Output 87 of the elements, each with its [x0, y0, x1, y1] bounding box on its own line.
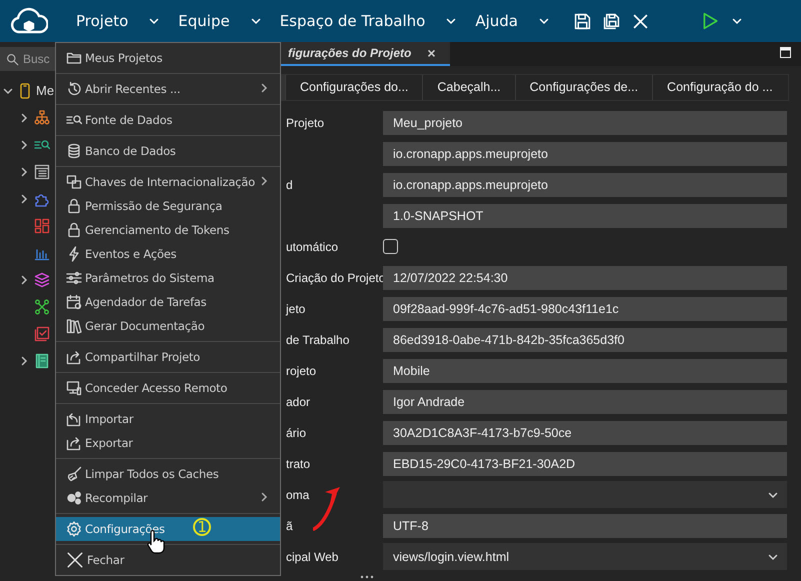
- share-icon: [66, 435, 82, 451]
- field-label: rojeto: [286, 364, 316, 378]
- menu-item[interactable]: Ajuda: [475, 12, 550, 30]
- menu-item[interactable]: Parâmetros do Sistema: [56, 266, 280, 290]
- layers-icon: [34, 272, 50, 288]
- text-field[interactable]: EBD15-29C0-4173-BF21-30A2D: [383, 452, 787, 476]
- search-field[interactable]: Busc: [23, 52, 50, 66]
- menu-item[interactable]: Chaves de Internacionalização: [56, 170, 280, 194]
- lock-icon: [66, 198, 82, 214]
- text-field[interactable]: Mobile: [383, 358, 787, 382]
- menu-item[interactable]: Fonte de Dados: [56, 108, 280, 132]
- book-icon: [34, 352, 50, 368]
- field-label: ador: [286, 394, 310, 408]
- field-label: Projeto: [286, 116, 324, 130]
- search-icon: [6, 52, 19, 66]
- field-label: cipal Web: [286, 550, 338, 564]
- menu-item[interactable]: Fechar: [56, 548, 280, 572]
- menu-item[interactable]: Conceder Acesso Remoto: [56, 376, 280, 400]
- menu-item[interactable]: Compartilhar Projeto: [56, 345, 280, 369]
- import-icon: [66, 411, 82, 427]
- step-badge: 1: [193, 518, 211, 536]
- broom-icon: [66, 466, 82, 482]
- cloud-logo-icon[interactable]: [10, 7, 48, 35]
- graph-icon: [34, 298, 50, 314]
- checkbox[interactable]: [383, 239, 398, 254]
- settings-tab[interactable]: Configuração do ...: [652, 74, 787, 100]
- text-field[interactable]: io.cronapp.apps.meuprojeto: [383, 142, 787, 166]
- menu-item[interactable]: Limpar Todos os Caches: [56, 462, 280, 486]
- history-icon: [66, 81, 82, 97]
- menu-item[interactable]: Agendador de Tarefas: [56, 290, 280, 314]
- menu-item[interactable]: Importar: [56, 407, 280, 431]
- text-field[interactable]: Meu_projeto: [383, 110, 787, 134]
- tab-title: figurações do Projeto: [288, 46, 412, 60]
- maximize-icon[interactable]: [780, 47, 791, 58]
- text-field[interactable]: 12/07/2022 22:54:30: [383, 266, 787, 290]
- field-label: trato: [286, 456, 310, 470]
- text-field[interactable]: io.cronapp.apps.meuprojeto: [383, 172, 787, 196]
- field-label: utomático: [286, 240, 338, 254]
- menu-item[interactable]: Configurações 1: [56, 517, 280, 541]
- field-label: ã: [286, 518, 293, 532]
- menu-item[interactable]: Recompilar: [56, 486, 280, 510]
- arrow-annotation: [313, 486, 341, 532]
- database-icon: [66, 143, 82, 159]
- calendar-icon: [66, 294, 82, 310]
- books-icon: [66, 318, 82, 334]
- settings-icon: [66, 521, 82, 537]
- lock-icon: [66, 222, 82, 238]
- field-label: oma: [286, 488, 310, 502]
- select-field[interactable]: views/login.view.html: [383, 543, 787, 570]
- folder-icon: [66, 50, 82, 66]
- tree-label[interactable]: Me: [36, 83, 54, 98]
- menu-item[interactable]: Gerenciamento de Tokens: [56, 218, 280, 242]
- monitor-icon: [66, 380, 82, 396]
- text-field[interactable]: UTF-8: [383, 514, 787, 538]
- resize-grip-icon[interactable]: [360, 575, 374, 579]
- field-label: jeto: [286, 302, 306, 316]
- close-icon[interactable]: ×: [427, 44, 436, 61]
- menu-item[interactable]: Projeto: [76, 12, 160, 30]
- menu-item[interactable]: Banco de Dados: [56, 139, 280, 163]
- form-icon: [34, 164, 50, 180]
- settings-tab[interactable]: Cabeçalh...: [422, 74, 515, 100]
- field-label: ário: [286, 426, 306, 440]
- text-field[interactable]: 30A2D1C8A3F-4173-b7c9-50ce: [383, 420, 787, 444]
- checklist-icon: [34, 326, 50, 342]
- select-field[interactable]: [383, 481, 787, 508]
- text-field[interactable]: 86ed3918-0abe-471b-842b-35fca365d3f0: [383, 328, 787, 352]
- share-icon: [66, 349, 82, 365]
- menu-item[interactable]: Eventos e Ações: [56, 242, 280, 266]
- menu-item[interactable]: Abrir Recentes ...: [56, 77, 280, 101]
- close-icon: [66, 551, 84, 569]
- field-label: d: [286, 178, 293, 192]
- field-label: de Trabalho: [286, 332, 350, 346]
- menu-item[interactable]: Gerar Documentação: [56, 314, 280, 338]
- text-field[interactable]: Igor Andrade: [383, 390, 787, 414]
- menu-item[interactable]: Permissão de Segurança: [56, 194, 280, 218]
- org-chart-icon: [34, 110, 50, 126]
- text-field[interactable]: 09f28aad-999f-4c76-ad51-980c43f11e1c: [383, 296, 787, 320]
- dashboard-icon: [34, 218, 50, 234]
- sliders-icon: [66, 270, 82, 286]
- text-field[interactable]: 1.0-SNAPSHOT: [383, 204, 787, 228]
- menu-item[interactable]: Espaço de Trabalho: [280, 12, 458, 30]
- settings-tab[interactable]: Configurações de...: [514, 74, 652, 100]
- menu-item[interactable]: Equipe: [178, 12, 262, 30]
- translate-icon: [66, 174, 82, 190]
- gears-icon: [66, 490, 82, 506]
- settings-tab[interactable]: Configurações do...: [285, 74, 422, 100]
- menu-item[interactable]: Exportar: [56, 431, 280, 455]
